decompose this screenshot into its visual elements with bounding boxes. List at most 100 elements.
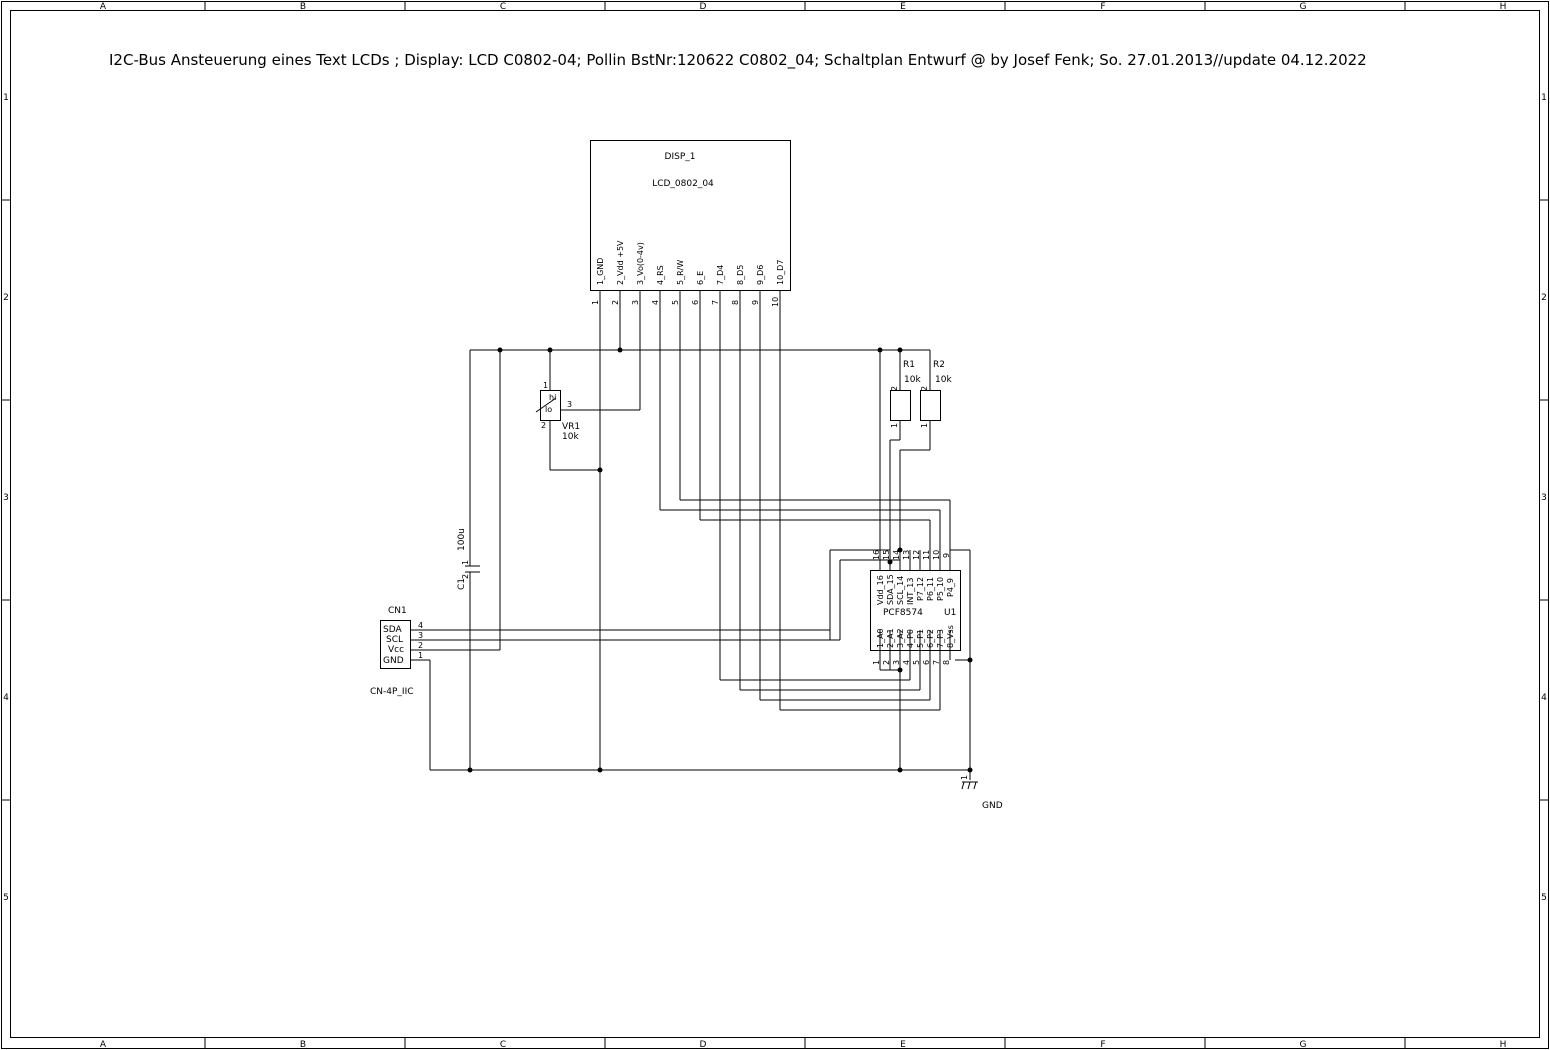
c1-pin-2: 2 xyxy=(461,574,470,579)
cn1-pin-num-1: 1 xyxy=(418,651,423,660)
display-pin-name-1: 1_GND xyxy=(596,258,605,285)
display-ref: DISP_1 xyxy=(665,152,696,162)
u1-pin-num-15: 15 xyxy=(882,550,891,560)
u1-value: PCF8574 xyxy=(883,608,923,618)
u1-pin-num-11: 11 xyxy=(922,550,931,560)
zone-row-2: 2 xyxy=(3,293,9,303)
r2-pin-bottom: 1 xyxy=(920,423,929,428)
cn1-pin-num-4: 4 xyxy=(418,621,423,630)
display-pin-name-9: 9_D6 xyxy=(756,265,765,285)
zone-col-h: H xyxy=(1500,2,1507,12)
c1-value: 100u xyxy=(457,528,467,551)
gnd-pin-num: 1 xyxy=(960,775,969,780)
cn1-pin-name-sda: SDA xyxy=(383,625,402,635)
schematic-sheet: A B C D E F G H A B C D E F G H 1 2 3 4 … xyxy=(1,1,1549,1050)
u1-pin-name-15: SDA_15 xyxy=(886,574,895,605)
display-pin-name-2: 2_Vdd +5V xyxy=(616,240,625,285)
vr1-value: 10k xyxy=(562,432,579,442)
u1-pin-name-1: 1_A0 xyxy=(876,628,885,648)
u1-pin-num-2: 2 xyxy=(882,660,891,665)
u1-pin-name-9: P4_9 xyxy=(946,578,955,597)
vr1-pin-1: 1 xyxy=(543,381,548,390)
vr1-pin-2: 2 xyxy=(541,421,546,430)
u1-ref: U1 xyxy=(944,608,956,618)
u1-pin-name-11: P6_11 xyxy=(926,577,935,601)
wires xyxy=(420,310,971,780)
display-pin-num-5: 5 xyxy=(671,300,680,305)
cn1-pin-num-3: 3 xyxy=(418,631,423,640)
u1-pin-name-16: Vdd_16 xyxy=(876,575,885,605)
zone-col-c-bottom: C xyxy=(500,1040,506,1050)
display-pin-name-6: 6_E xyxy=(696,271,705,285)
zone-row-5-right: 5 xyxy=(1541,893,1547,903)
cn1-pin-num-2: 2 xyxy=(418,641,423,650)
vr1-pin-3: 3 xyxy=(567,400,572,409)
zone-col-d-bottom: D xyxy=(700,1040,707,1050)
u1-pin-name-13: INT_13 xyxy=(906,578,915,605)
cn1-ref: CN1 xyxy=(388,606,407,616)
potentiometer-vr1[interactable]: lo hi 1 2 3 VR1 10k xyxy=(535,381,580,442)
resistor-r2[interactable]: R2 10k 2 1 xyxy=(920,360,952,428)
zone-row-3-right: 3 xyxy=(1541,493,1547,503)
zone-col-b-bottom: B xyxy=(300,1040,306,1050)
zone-col-g: G xyxy=(1300,2,1307,12)
connector-cn1[interactable]: CN1 SDA SCL Vcc GND 4 3 2 1 CN-4P_IIC xyxy=(370,606,423,697)
u1-pin-num-10: 10 xyxy=(932,550,941,560)
display-lcd[interactable]: DISP_1 LCD_0802_04 1_GND 2_Vdd +5V 3_Vo(… xyxy=(590,140,791,311)
zone-col-c: C xyxy=(500,2,506,12)
u1-pin-num-3: 3 xyxy=(892,660,901,665)
display-pin-num-9: 9 xyxy=(751,300,760,305)
display-pin-name-10: 10_D7 xyxy=(776,260,785,285)
u1-pin-num-14: 14 xyxy=(892,550,901,560)
display-pin-num-8: 8 xyxy=(731,300,740,305)
resistor-r1[interactable]: R1 10k 2 1 xyxy=(890,360,921,428)
vr1-ref: VR1 xyxy=(562,422,580,432)
u1-pin-num-13: 13 xyxy=(902,550,911,560)
zone-col-e: E xyxy=(900,2,906,12)
u1-pin-name-6: 6_P2 xyxy=(926,629,935,648)
schematic-title: I2C-Bus Ansteuerung eines Text LCDs ; Di… xyxy=(109,51,1367,70)
cn1-pin-name-scl: SCL xyxy=(386,635,403,645)
ground-symbol[interactable]: 1 GND xyxy=(960,775,1003,811)
display-pin-name-8: 8_D5 xyxy=(736,265,745,285)
cn1-pin-name-gnd: GND xyxy=(383,656,404,666)
u1-pin-num-6: 6 xyxy=(922,660,931,665)
u1-pin-name-4: 4_P0 xyxy=(906,629,915,648)
zone-col-g-bottom: G xyxy=(1300,1040,1307,1050)
zone-col-d: D xyxy=(700,2,707,12)
zone-row-2-right: 2 xyxy=(1541,293,1547,303)
u1-pin-name-10: P5_10 xyxy=(936,577,945,601)
c1-pin-1: 1 xyxy=(461,560,470,565)
zone-row-4-right: 4 xyxy=(1541,693,1547,703)
capacitor-c1[interactable]: 100u C1 1 2 xyxy=(457,528,480,590)
vr1-lo-label: lo xyxy=(545,405,552,414)
u1-pin-name-12: P7_12 xyxy=(916,577,925,601)
vr1-hi-label: hi xyxy=(549,393,556,402)
u1-pin-name-5: 5_P1 xyxy=(916,629,925,648)
r2-value: 10k xyxy=(935,375,952,385)
display-pin-name-3: 3_Vo(0-4v) xyxy=(636,242,645,285)
r1-pin-bottom: 1 xyxy=(890,423,899,428)
u1-pin-num-7: 7 xyxy=(932,660,941,665)
r2-ref: R2 xyxy=(933,360,945,370)
r1-value: 10k xyxy=(904,375,921,385)
zone-col-e-bottom: E xyxy=(900,1040,906,1050)
zone-col-a-bottom: A xyxy=(100,1040,107,1050)
u1-pin-name-7: 7_P3 xyxy=(936,629,945,648)
ic-u1-pcf8574[interactable]: PCF8574 U1 Vdd_16 SDA_15 SCL_14 INT_13 P… xyxy=(870,550,961,665)
display-pin-num-6: 6 xyxy=(691,300,700,305)
r1-ref: R1 xyxy=(903,360,915,370)
u1-pin-name-3: 3_A2 xyxy=(896,628,905,648)
zone-col-a: A xyxy=(100,2,107,12)
display-pin-num-10: 10 xyxy=(771,297,780,307)
zone-col-h-bottom: H xyxy=(1500,1040,1507,1050)
gnd-label: GND xyxy=(982,801,1003,811)
r1-pin-top: 2 xyxy=(890,386,899,391)
u1-pin-num-16: 16 xyxy=(872,550,881,560)
display-pin-name-7: 7_D4 xyxy=(716,265,725,285)
display-pin-name-4: 4_RS xyxy=(656,265,665,285)
r2-pin-top: 2 xyxy=(920,386,929,391)
u1-pin-num-5: 5 xyxy=(912,660,921,665)
zone-col-f: F xyxy=(1100,2,1105,12)
cn1-value: CN-4P_IIC xyxy=(370,687,414,697)
